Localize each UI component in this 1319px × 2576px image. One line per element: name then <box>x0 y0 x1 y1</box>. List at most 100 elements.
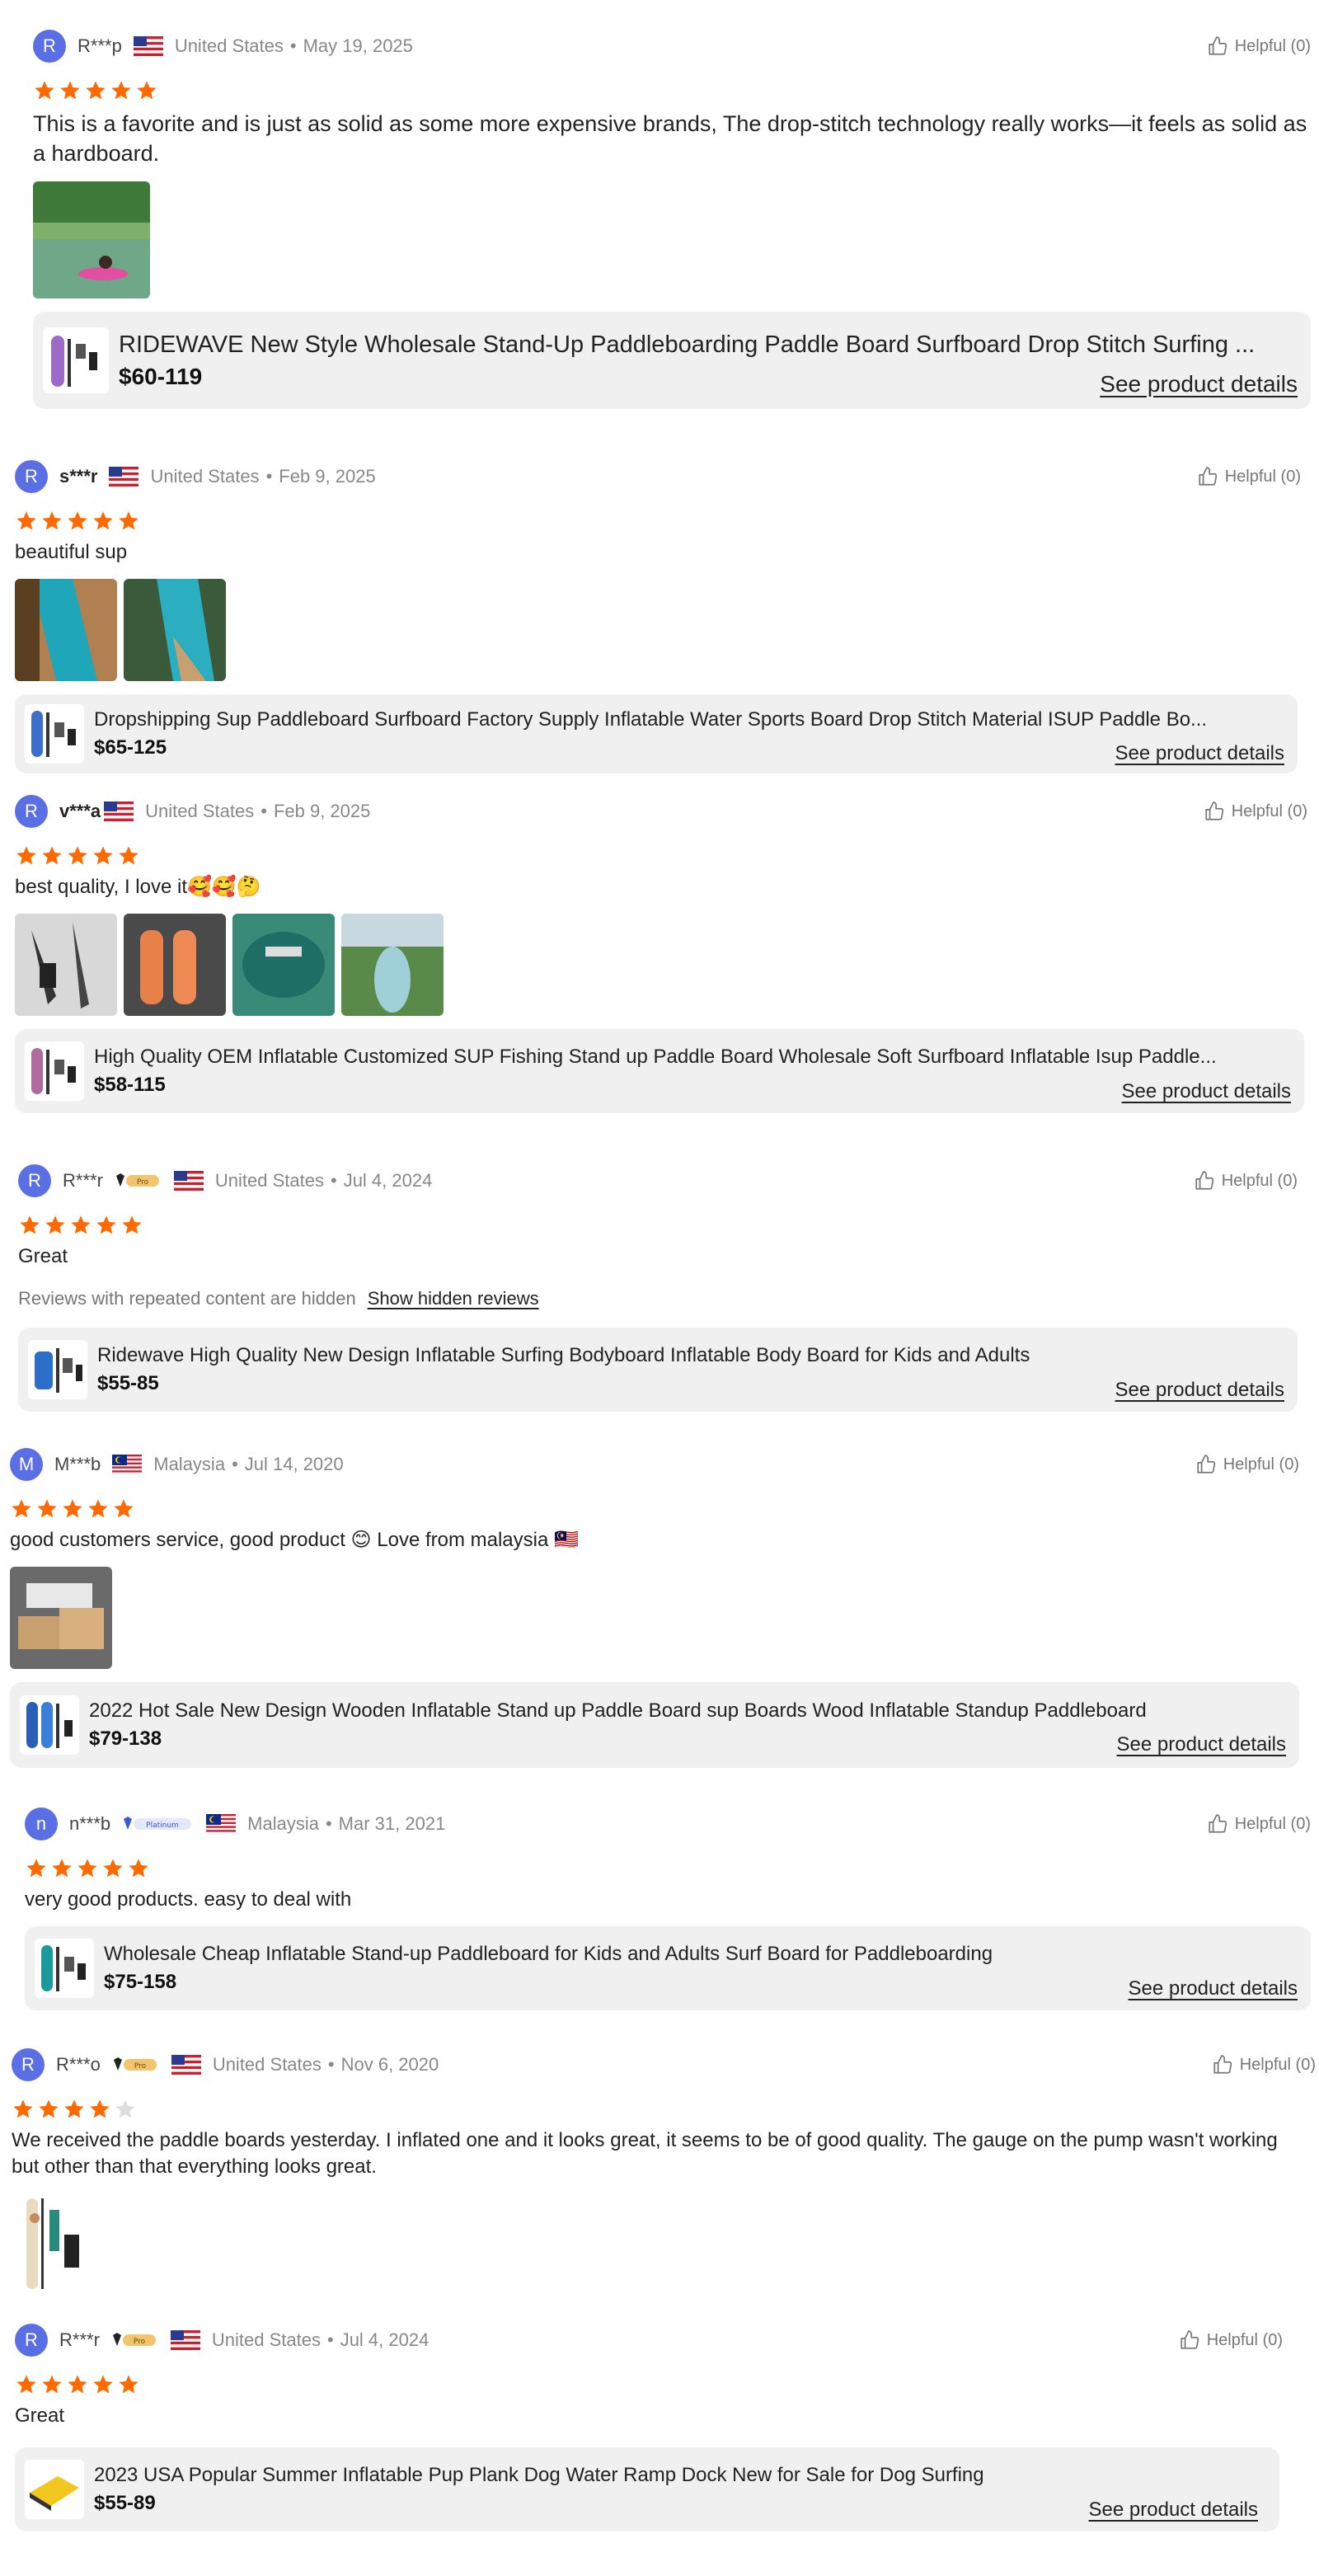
pro-badge-icon <box>110 2056 160 2074</box>
star-icon <box>95 1214 118 1237</box>
helpful-button[interactable]: Helpful (0) <box>1195 1454 1299 1475</box>
review-photo[interactable] <box>341 914 444 1016</box>
country: United States <box>212 2054 322 2075</box>
see-product-details-link[interactable]: See product details <box>1100 371 1298 397</box>
star-icon <box>135 79 158 102</box>
helpful-button[interactable]: Helpful (0) <box>1179 2329 1283 2351</box>
product-price: $79-138 <box>89 1728 162 1750</box>
helpful-button[interactable]: Helpful (0) <box>1197 466 1301 487</box>
separator-dot: • <box>326 2329 334 2350</box>
helpful-button[interactable]: Helpful (0) <box>1207 1813 1311 1835</box>
see-product-details-link[interactable]: See product details <box>1122 1080 1291 1103</box>
star-icon <box>117 510 140 533</box>
reviewer-name: R***r <box>59 2329 100 2350</box>
helpful-button[interactable]: Helpful (0) <box>1194 1170 1298 1192</box>
product-card[interactable]: 2023 USA Popular Summer Inflatable Pup P… <box>15 2447 1279 2531</box>
star-icon <box>66 510 89 533</box>
see-product-details-link[interactable]: See product details <box>1115 1379 1284 1402</box>
product-title[interactable]: Ridewave High Quality New Design Inflata… <box>97 1344 1284 1367</box>
star-rating <box>15 844 1307 867</box>
avatar: R <box>33 30 66 63</box>
see-product-details-link[interactable]: See product details <box>1117 1733 1286 1756</box>
us-flag-icon <box>134 36 163 56</box>
review-photo[interactable] <box>10 1567 112 1669</box>
review-photo[interactable] <box>15 914 117 1016</box>
platinum-badge-icon <box>120 1815 195 1833</box>
review-date: Jul 4, 2024 <box>343 1170 433 1191</box>
separator-dot: • <box>232 1454 238 1474</box>
show-hidden-reviews-link[interactable]: Show hidden reviews <box>368 1288 539 1309</box>
review-date: Jul 14, 2020 <box>244 1454 344 1474</box>
helpful-button[interactable]: Helpful (0) <box>1204 801 1307 822</box>
review-photo[interactable] <box>232 914 335 1016</box>
product-card[interactable]: Ridewave High Quality New Design Inflata… <box>18 1328 1298 1412</box>
star-icon <box>18 1214 41 1237</box>
star-icon <box>117 844 140 867</box>
thumbs-up-icon <box>1207 35 1228 57</box>
helpful-label: Helpful (0) <box>1231 801 1307 820</box>
product-card[interactable]: 2022 Hot Sale New Design Wooden Inflatab… <box>10 1682 1299 1768</box>
star-icon <box>117 2373 140 2396</box>
review-date: Feb 9, 2025 <box>273 801 371 821</box>
star-icon <box>40 2373 63 2396</box>
product-card[interactable]: RIDEWAVE New Style Wholesale Stand-Up Pa… <box>33 312 1311 409</box>
star-icon <box>92 2373 115 2396</box>
star-icon <box>92 844 115 867</box>
star-icon <box>59 79 82 102</box>
us-flag-icon <box>171 2330 200 2350</box>
product-card[interactable]: Dropshipping Sup Paddleboard Surfboard F… <box>15 694 1298 773</box>
product-thumbnail <box>25 2460 84 2519</box>
star-icon <box>69 1214 92 1237</box>
see-product-details-link[interactable]: See product details <box>1089 2498 1258 2522</box>
product-thumbnail <box>25 704 84 764</box>
review-photos <box>10 1567 1299 1669</box>
review-photo[interactable] <box>33 181 150 298</box>
see-product-details-link[interactable]: See product details <box>1115 742 1284 765</box>
review-photos <box>33 181 1311 298</box>
helpful-label: Helpful (0) <box>1221 1171 1298 1190</box>
avatar: R <box>15 795 48 828</box>
country: United States <box>145 801 255 821</box>
helpful-button[interactable]: Helpful (0) <box>1207 35 1311 57</box>
star-icon <box>50 1857 73 1880</box>
review-header: n n***b Malaysia • Mar 31, 2021 Helpful … <box>25 1804 1311 1844</box>
star-rating <box>12 2098 1316 2121</box>
product-title[interactable]: High Quality OEM Inflatable Customized S… <box>94 1046 1291 1069</box>
reviewer-name: n***b <box>69 1813 111 1834</box>
hidden-reviews-note: Reviews with repeated content are hidden <box>18 1288 356 1309</box>
product-title[interactable]: Dropshipping Sup Paddleboard Surfboard F… <box>94 708 1284 731</box>
product-card[interactable]: High Quality OEM Inflatable Customized S… <box>15 1029 1304 1113</box>
star-rating <box>15 2373 1283 2396</box>
product-title[interactable]: 2023 USA Popular Summer Inflatable Pup P… <box>94 2464 1266 2487</box>
product-title[interactable]: RIDEWAVE New Style Wholesale Stand-Up Pa… <box>119 331 1298 359</box>
review-photo[interactable] <box>124 579 226 681</box>
pro-badge-icon <box>113 1172 162 1190</box>
helpful-label: Helpful (0) <box>1239 2055 1316 2074</box>
star-rating <box>15 510 1301 533</box>
review-photo[interactable] <box>12 2193 114 2296</box>
product-title[interactable]: 2022 Hot Sale New Design Wooden Inflatab… <box>89 1699 1286 1723</box>
star-icon <box>66 844 89 867</box>
product-price: $55-85 <box>97 1372 159 1394</box>
see-product-details-link[interactable]: See product details <box>1129 1977 1298 2000</box>
reviewer-name: M***b <box>54 1454 101 1474</box>
helpful-button[interactable]: Helpful (0) <box>1212 2054 1316 2075</box>
thumbs-up-icon <box>1195 1454 1217 1475</box>
country: United States <box>150 466 260 487</box>
us-flag-icon <box>109 467 138 487</box>
review-photo[interactable] <box>124 914 226 1016</box>
star-rating <box>33 79 1311 102</box>
thumbs-up-icon <box>1194 1170 1215 1192</box>
separator-dot: • <box>289 35 297 56</box>
star-icon <box>127 1857 150 1880</box>
product-card[interactable]: Wholesale Cheap Inflatable Stand-up Padd… <box>25 1926 1311 2010</box>
star-rating <box>25 1857 1311 1880</box>
star-icon <box>110 79 133 102</box>
review-date: Jul 4, 2024 <box>340 2329 429 2350</box>
product-title[interactable]: Wholesale Cheap Inflatable Stand-up Padd… <box>104 1943 1298 1966</box>
review-photo[interactable] <box>15 579 117 681</box>
review-header: R s***r United States • Feb 9, 2025 Help… <box>15 457 1301 496</box>
product-thumbnail <box>28 1340 87 1399</box>
review-card: R R***p United States • May 19, 2025 Hel… <box>33 26 1311 409</box>
product-price: $58-115 <box>94 1074 166 1096</box>
